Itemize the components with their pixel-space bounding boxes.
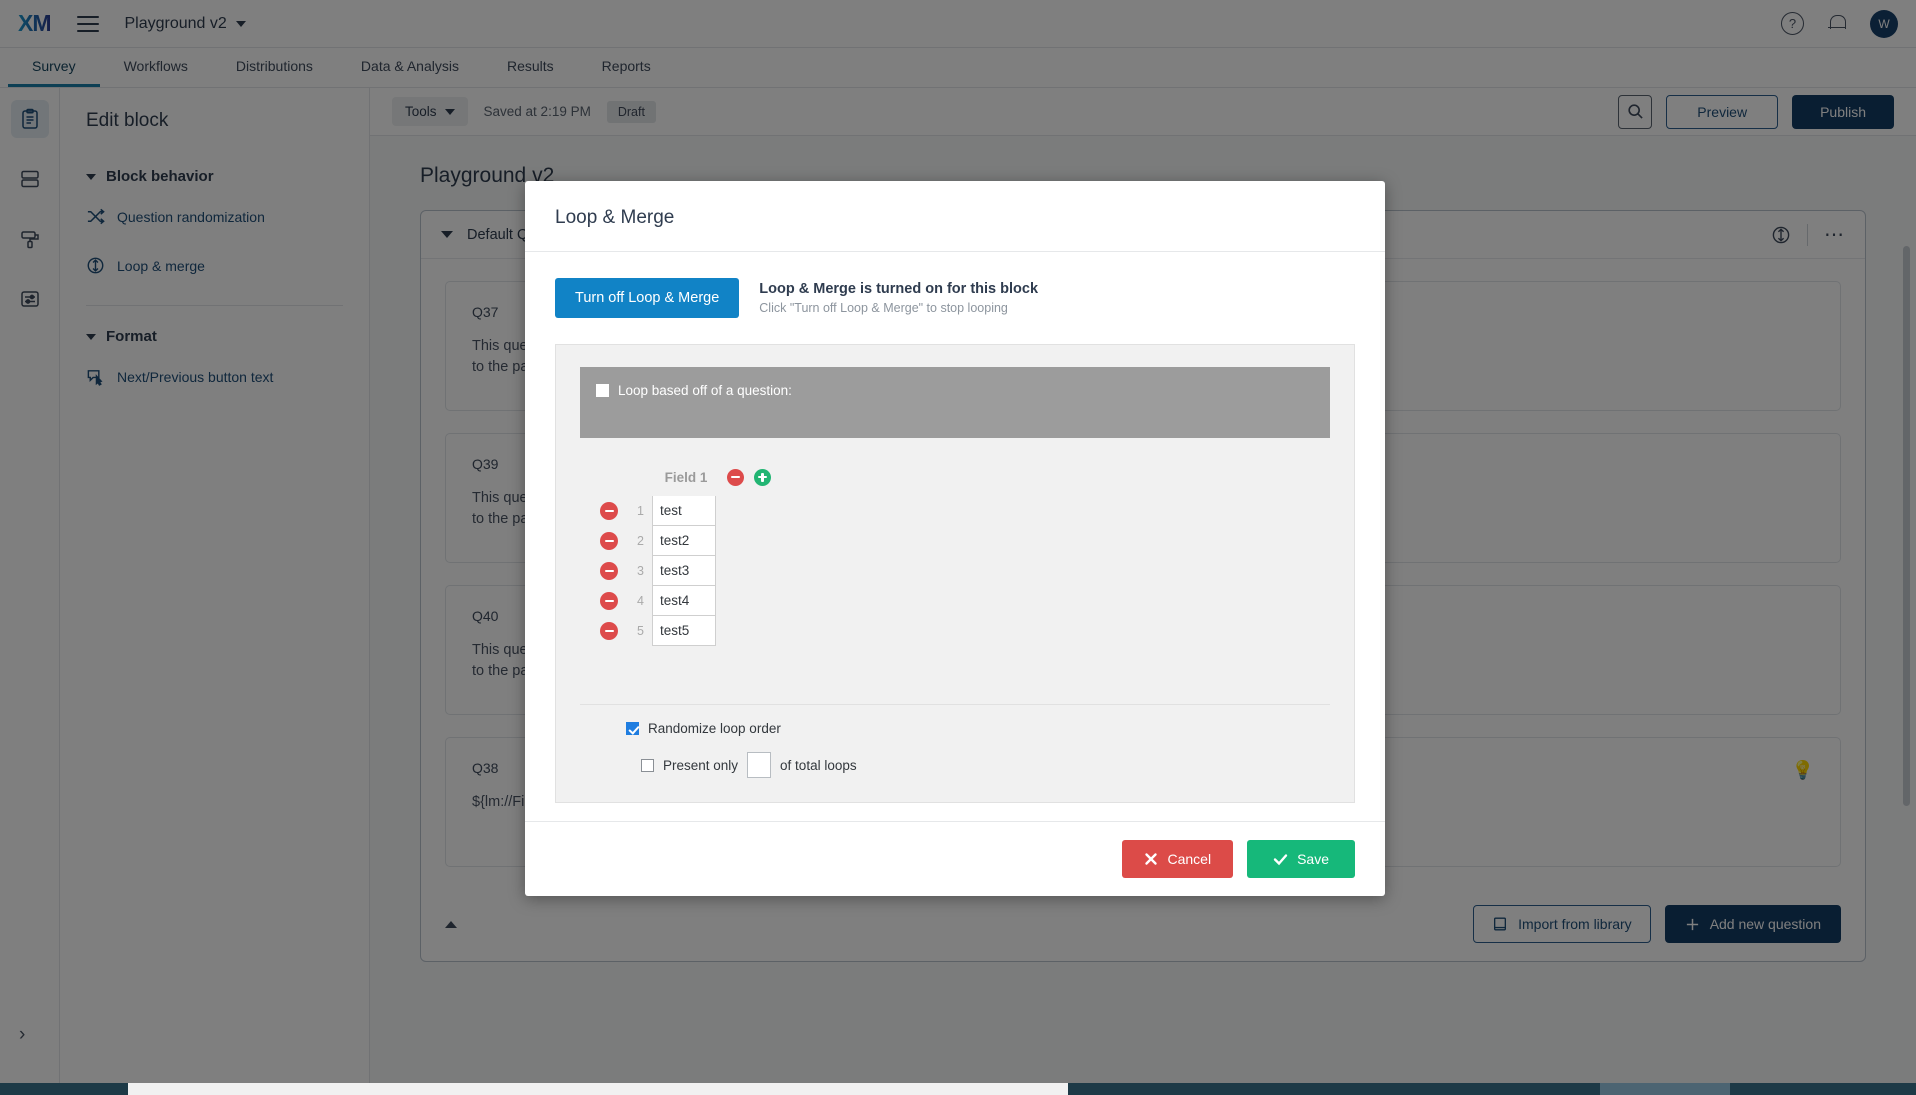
row-number: 5 (637, 624, 644, 638)
dialog-body: Turn off Loop & Merge Loop & Merge is tu… (525, 252, 1385, 821)
remove-row-button[interactable] (600, 502, 630, 520)
loop-and-merge-dialog: Loop & Merge Turn off Loop & Merge Loop … (525, 181, 1385, 896)
save-label: Save (1297, 851, 1329, 867)
field-column-header: Field 1 (664, 469, 708, 485)
grid-bottom-spacer (600, 646, 1330, 704)
present-only-suffix-label: of total loops (780, 757, 857, 773)
loop-value-input[interactable] (652, 526, 716, 556)
check-icon (1273, 853, 1288, 865)
close-icon (1145, 853, 1158, 865)
taskbar-segment-mid (1600, 1083, 1730, 1095)
loop-options-panel: Randomize loop order Present only of tot… (580, 704, 1330, 802)
bottom-taskbar-strip (0, 1083, 1916, 1095)
remove-row-button[interactable] (600, 562, 630, 580)
loop-value-input[interactable] (652, 556, 716, 586)
remove-row-button[interactable] (600, 532, 630, 550)
turn-off-loop-merge-button[interactable]: Turn off Loop & Merge (555, 278, 740, 318)
remove-row-icon[interactable] (600, 562, 618, 580)
present-only-checkbox[interactable] (641, 758, 654, 772)
loop-based-on-question-box: Loop based off of a question: (580, 367, 1330, 438)
loop-value-input[interactable] (652, 496, 716, 526)
status-subtext: Click "Turn off Loop & Merge" to stop lo… (759, 301, 1008, 315)
app-root: XM Playground v2 ? W Survey Workflows Di… (0, 0, 1916, 1095)
loop-field-grid: Field 1 1 2 (580, 438, 1330, 704)
status-text-group: Loop & Merge is turned on for this block… (759, 278, 1038, 315)
dialog-title: Loop & Merge (555, 207, 675, 228)
cancel-label: Cancel (1167, 851, 1212, 867)
remove-row-icon[interactable] (600, 622, 618, 640)
status-headline: Loop & Merge is turned on for this block (759, 281, 1039, 297)
loop-based-checkbox[interactable] (596, 384, 609, 397)
loop-based-label: Loop based off of a question: (618, 383, 792, 398)
row-number: 2 (637, 534, 644, 548)
row-number: 1 (637, 504, 644, 518)
row-number: 4 (637, 594, 644, 608)
loop-row: 2 (600, 526, 1330, 556)
randomize-loop-order-label: Randomize loop order (648, 721, 781, 736)
remove-row-button[interactable] (600, 592, 630, 610)
loop-based-on-question-option[interactable]: Loop based off of a question: (596, 383, 1314, 398)
present-only-label: Present only (663, 757, 739, 773)
dialog-footer: Cancel Save (525, 821, 1385, 896)
remove-row-icon[interactable] (600, 502, 618, 520)
randomize-loop-order-checkbox[interactable] (626, 722, 639, 735)
row-number: 3 (637, 564, 644, 578)
loop-row: 1 (600, 496, 1330, 526)
loop-value-input[interactable] (652, 586, 716, 616)
taskbar-segment-light (128, 1083, 1068, 1095)
present-only-count-input[interactable] (747, 752, 772, 778)
loop-configuration-panel: Loop based off of a question: Field 1 1 (555, 344, 1355, 803)
loop-row: 5 (600, 616, 1330, 646)
dialog-header: Loop & Merge (525, 181, 1385, 252)
remove-row-icon[interactable] (600, 532, 618, 550)
remove-field-icon[interactable] (727, 468, 744, 486)
loop-value-input[interactable] (652, 616, 716, 646)
add-field-icon[interactable] (754, 468, 771, 486)
cancel-button[interactable]: Cancel (1122, 840, 1234, 878)
loop-row: 4 (600, 586, 1330, 616)
remove-row-button[interactable] (600, 622, 630, 640)
loop-row: 3 (600, 556, 1330, 586)
present-only-option: Present only of total loops (641, 752, 1306, 778)
remove-row-icon[interactable] (600, 592, 618, 610)
turn-off-row: Turn off Loop & Merge Loop & Merge is tu… (555, 278, 1355, 318)
save-button[interactable]: Save (1247, 840, 1355, 878)
field-grid-header: Field 1 (600, 464, 1330, 490)
randomize-loop-order-option[interactable]: Randomize loop order (626, 721, 1306, 736)
